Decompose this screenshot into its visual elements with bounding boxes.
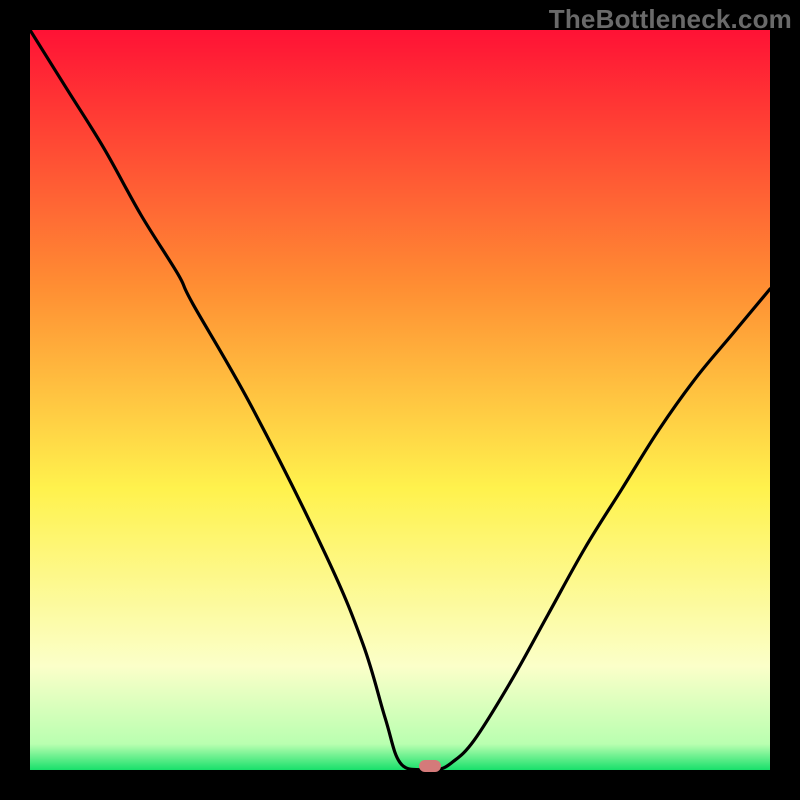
gradient-background <box>30 30 770 770</box>
watermark-label: TheBottleneck.com <box>549 4 792 35</box>
bottleneck-plot <box>30 30 770 770</box>
plot-area <box>30 30 770 770</box>
optimum-marker <box>419 760 441 772</box>
chart-frame: TheBottleneck.com <box>0 0 800 800</box>
